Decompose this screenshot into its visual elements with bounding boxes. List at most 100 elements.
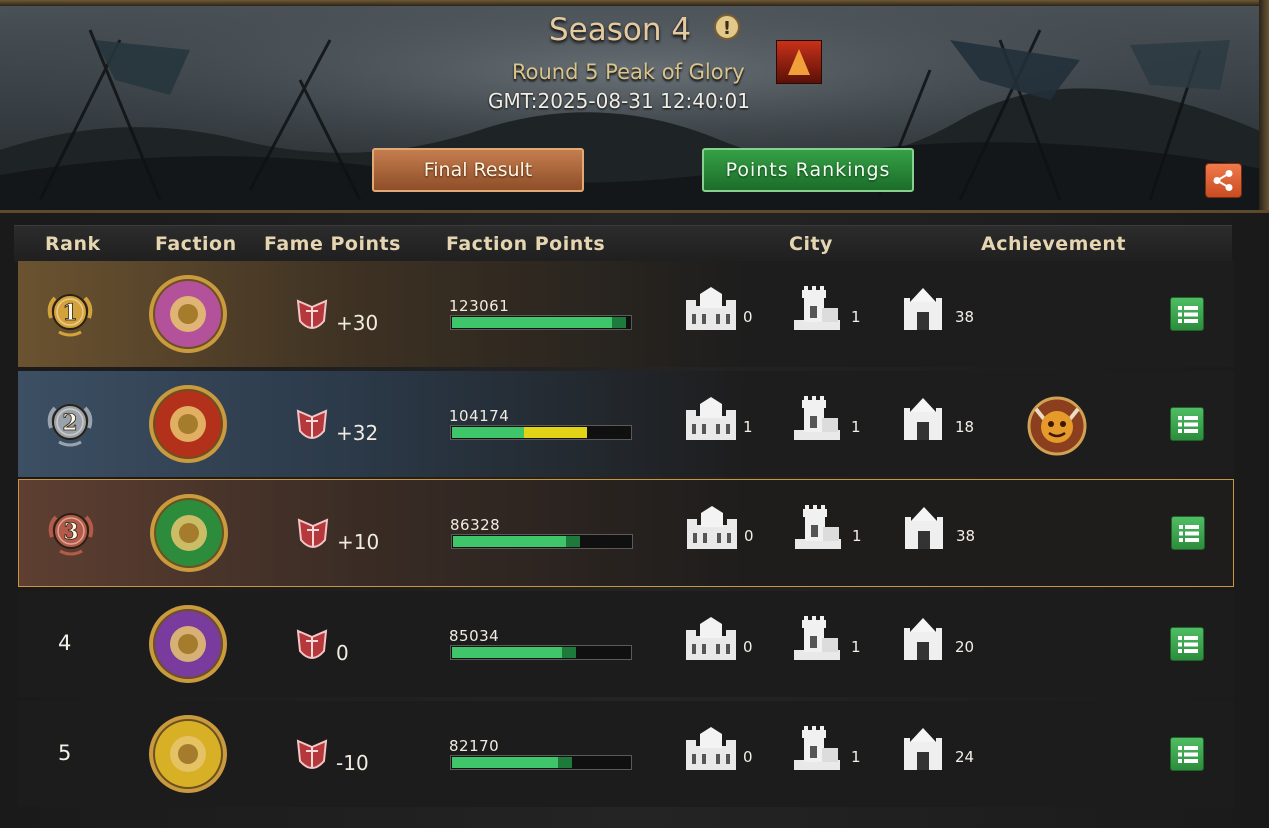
gate-icon xyxy=(900,726,946,776)
faction-points-bar-track xyxy=(562,647,576,658)
city-count: 1 xyxy=(743,418,753,436)
list-icon xyxy=(1179,525,1199,542)
col-faction: Faction xyxy=(155,233,237,255)
faction-points-bar-fill xyxy=(452,427,524,438)
round-title: Round 5 Peak of Glory xyxy=(512,60,745,84)
fame-points-icon xyxy=(297,518,329,548)
details-list-button[interactable] xyxy=(1170,627,1204,661)
castle-icon xyxy=(683,505,741,555)
city-count: 38 xyxy=(955,308,975,326)
city-count: 20 xyxy=(955,638,975,656)
city-count: 18 xyxy=(955,418,975,436)
info-icon[interactable]: ! xyxy=(714,14,740,40)
col-city: City xyxy=(789,233,833,255)
list-icon xyxy=(1178,306,1198,323)
col-rank: Rank xyxy=(45,233,101,255)
fame-points-value: 0 xyxy=(336,641,349,665)
details-list-button[interactable] xyxy=(1171,516,1205,550)
city-count: 1 xyxy=(851,418,861,436)
city-count: 38 xyxy=(956,527,976,545)
faction-points-value: 104174 xyxy=(449,407,510,425)
city-count: 0 xyxy=(743,748,753,766)
gate-icon xyxy=(900,396,946,446)
stag-crest-icon[interactable] xyxy=(148,274,228,354)
tower-icon xyxy=(792,396,842,446)
castle-icon xyxy=(682,286,740,336)
tower-icon xyxy=(792,286,842,336)
castle-icon xyxy=(682,616,740,666)
faction-points-bar-fill xyxy=(524,427,587,438)
col-achievement: Achievement xyxy=(981,233,1126,255)
faction-points-bar-fill xyxy=(452,647,562,658)
tower-icon xyxy=(793,505,843,555)
faction-points-bar-track xyxy=(558,757,572,768)
faction-points-bar-fill xyxy=(452,317,612,328)
rank-medal-icon: 2 xyxy=(47,404,93,447)
fame-points-value: +10 xyxy=(337,530,380,554)
city-count: 1 xyxy=(851,748,861,766)
city-count: 1 xyxy=(851,308,861,326)
city-count: 24 xyxy=(955,748,975,766)
table-row[interactable]: 2 +32 104174 1 1 18 xyxy=(18,371,1234,477)
season-title: Season 4 xyxy=(549,12,692,48)
table-row[interactable]: 3 +10 86328 0 1 38 xyxy=(18,479,1234,587)
col-fame-points: Fame Points xyxy=(264,233,401,255)
faction-points-bar xyxy=(450,755,632,770)
faction-points-value: 85034 xyxy=(449,627,500,645)
col-faction-points: Faction Points xyxy=(446,233,606,255)
faction-points-bar-fill xyxy=(453,536,566,547)
table-row[interactable]: 4 0 85034 0 1 20 xyxy=(18,591,1234,697)
rank-medal-icon: 1 xyxy=(47,294,93,337)
fame-points-value: +32 xyxy=(336,421,379,445)
list-icon xyxy=(1178,636,1198,653)
faction-points-value: 123061 xyxy=(449,297,510,315)
fame-points-icon xyxy=(296,409,328,439)
banner-top-border xyxy=(0,0,1269,6)
faction-points-bar xyxy=(450,315,632,330)
gate-icon xyxy=(900,616,946,666)
rank-value: 5 xyxy=(58,741,72,765)
lion-crest-icon[interactable] xyxy=(148,384,228,464)
fame-points-value: -10 xyxy=(336,751,369,775)
list-icon xyxy=(1178,746,1198,763)
city-count: 0 xyxy=(744,527,754,545)
faction-points-bar xyxy=(451,534,633,549)
city-count: 0 xyxy=(743,638,753,656)
faction-points-bar-track xyxy=(566,536,580,547)
details-list-button[interactable] xyxy=(1170,297,1204,331)
table-row[interactable]: 5 -10 82170 0 1 24 xyxy=(18,701,1234,807)
dragon-crest-icon[interactable] xyxy=(148,604,228,684)
fame-points-icon xyxy=(296,739,328,769)
faction-points-bar xyxy=(450,425,632,440)
castle-icon xyxy=(682,726,740,776)
castle-icon xyxy=(682,396,740,446)
rankings-table: Rank Faction Fame Points Faction Points … xyxy=(0,213,1269,828)
peak-of-glory-icon xyxy=(776,40,822,84)
faction-points-bar-fill xyxy=(452,757,558,768)
rose-crest-icon[interactable] xyxy=(149,493,229,573)
fame-points-icon xyxy=(296,299,328,329)
horned-beast-achievement-icon[interactable] xyxy=(1024,391,1090,457)
table-header: Rank Faction Fame Points Faction Points … xyxy=(14,225,1232,262)
faction-points-bar-track xyxy=(587,427,601,438)
table-row[interactable]: 1 +30 123061 0 1 38 xyxy=(18,261,1234,367)
city-count: 1 xyxy=(851,638,861,656)
gate-icon xyxy=(900,286,946,336)
rank-medal-number: 1 xyxy=(62,300,77,326)
tower-icon xyxy=(792,726,842,776)
wolf-crest-icon[interactable] xyxy=(148,714,228,794)
tower-icon xyxy=(792,616,842,666)
fame-points-icon xyxy=(296,629,328,659)
rank-value: 4 xyxy=(58,631,72,655)
server-time: GMT:2025-08-31 12:40:01 xyxy=(488,89,750,113)
banner-right-border xyxy=(1259,0,1269,210)
details-list-button[interactable] xyxy=(1170,407,1204,441)
details-list-button[interactable] xyxy=(1170,737,1204,771)
faction-points-value: 86328 xyxy=(450,516,501,534)
share-button[interactable] xyxy=(1205,163,1242,198)
final-result-button[interactable]: Final Result xyxy=(372,148,584,192)
gate-icon xyxy=(901,505,947,555)
city-count: 0 xyxy=(743,308,753,326)
faction-points-value: 82170 xyxy=(449,737,500,755)
points-rankings-button[interactable]: Points Rankings xyxy=(702,148,914,192)
